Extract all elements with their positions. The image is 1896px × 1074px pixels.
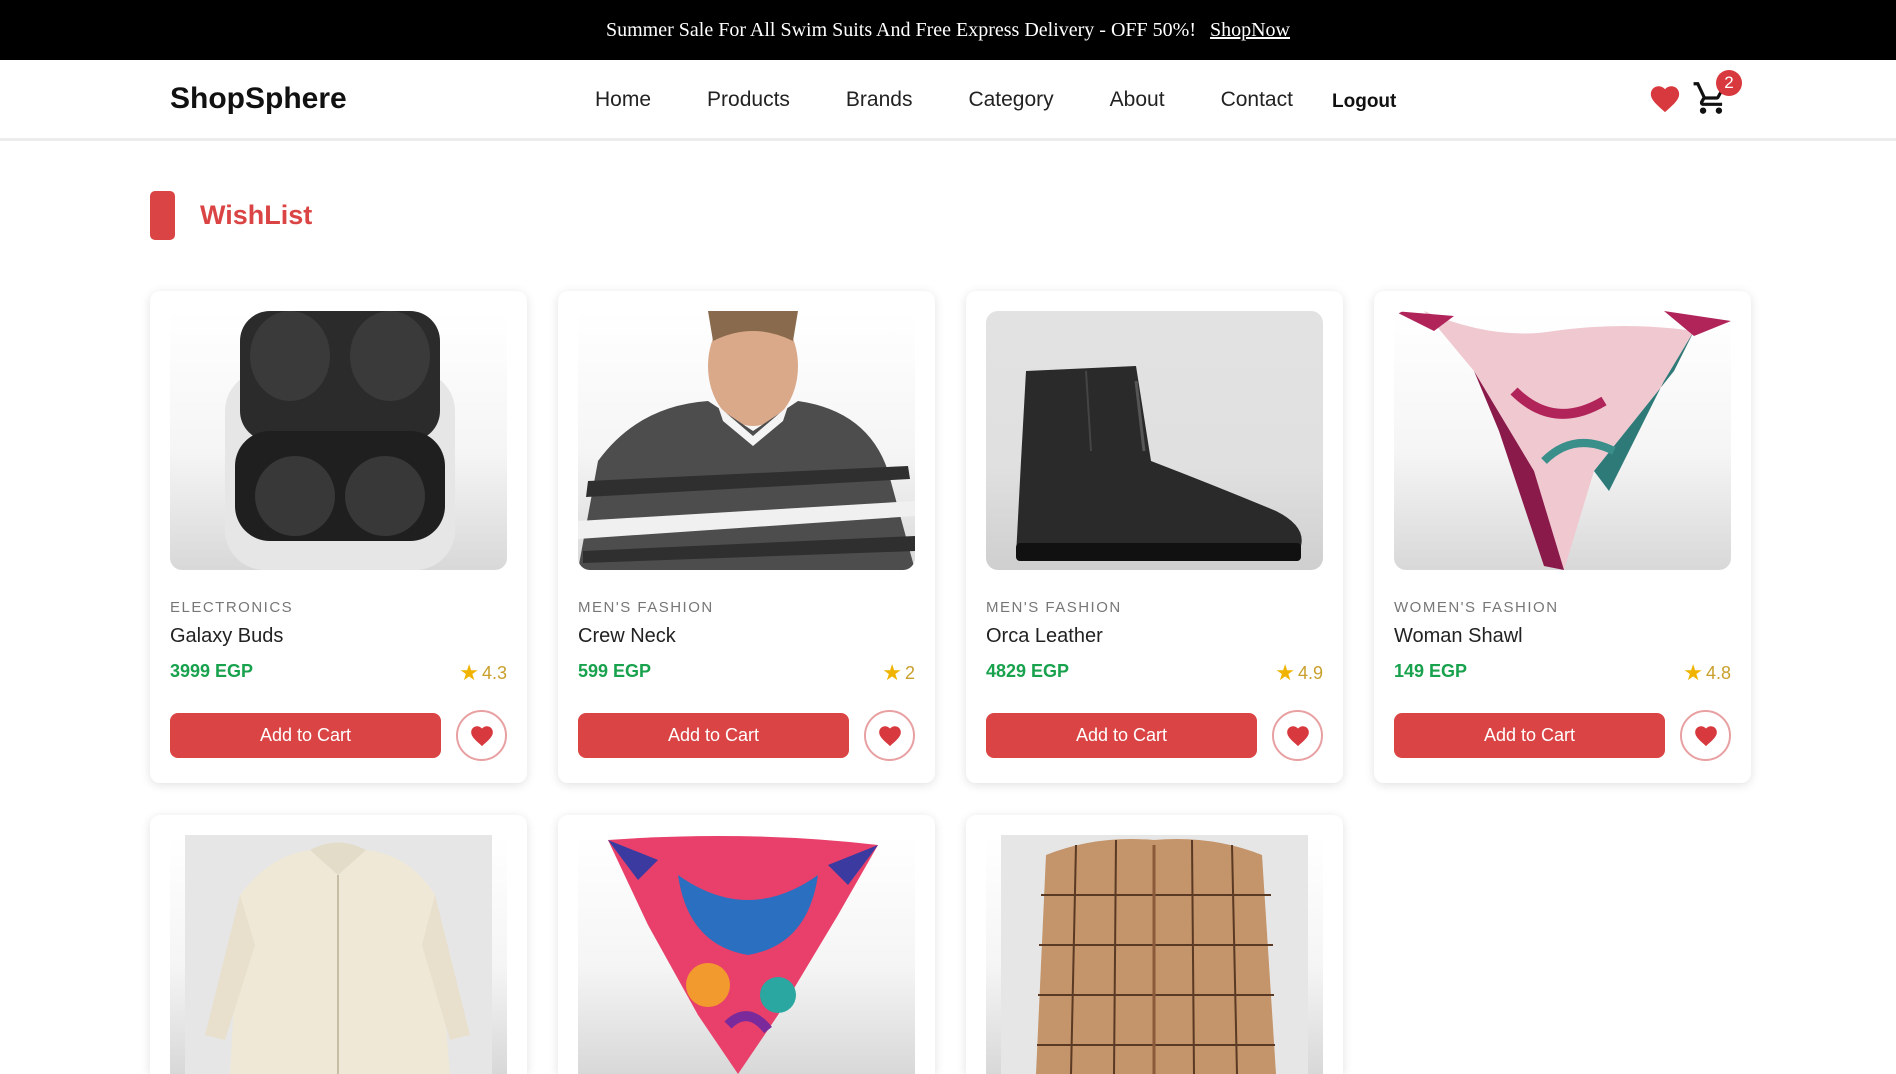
- heading-accent-block: [150, 191, 175, 240]
- add-to-cart-button[interactable]: Add to Cart: [578, 713, 849, 758]
- nav-home[interactable]: Home: [595, 88, 651, 112]
- product-image-shawl[interactable]: [1394, 311, 1731, 570]
- remove-wishlist-heart-icon[interactable]: [864, 710, 915, 761]
- product-card: [966, 815, 1343, 1074]
- wishlist-heart-icon[interactable]: [1648, 82, 1682, 116]
- rating-value: 2: [904, 662, 915, 683]
- product-image-scarf[interactable]: [578, 835, 915, 1074]
- nav-products[interactable]: Products: [707, 88, 790, 112]
- nav-contact[interactable]: Contact: [1221, 88, 1293, 112]
- product-card: [558, 815, 935, 1074]
- product-image-plaid-shirt[interactable]: [986, 835, 1323, 1074]
- logout-link[interactable]: Logout: [1332, 91, 1396, 113]
- product-category: MEN'S FASHION: [578, 599, 714, 616]
- nav-brands[interactable]: Brands: [846, 88, 913, 112]
- remove-wishlist-heart-icon[interactable]: [1680, 710, 1731, 761]
- star-icon: ★: [882, 660, 902, 685]
- product-category: ELECTRONICS: [170, 599, 294, 616]
- star-icon: ★: [1683, 660, 1703, 685]
- product-image-jacket[interactable]: [170, 835, 507, 1074]
- product-price: 149 EGP: [1394, 661, 1468, 681]
- product-price: 4829 EGP: [986, 661, 1070, 681]
- product-name[interactable]: Orca Leather: [986, 625, 1103, 648]
- product-name[interactable]: Galaxy Buds: [170, 625, 283, 648]
- product-image-boot[interactable]: [986, 311, 1323, 570]
- product-card: [150, 815, 527, 1074]
- product-rating: ★ 2: [882, 660, 915, 686]
- nav-category[interactable]: Category: [968, 88, 1053, 112]
- product-image-earbuds[interactable]: [170, 311, 507, 570]
- promo-text: Summer Sale For All Swim Suits And Free …: [606, 18, 1196, 41]
- page-title: WishList: [200, 200, 313, 230]
- navbar: ShopSphere Home Products Brands Category…: [0, 60, 1896, 141]
- star-icon: ★: [459, 660, 479, 685]
- product-category: MEN'S FASHION: [986, 599, 1122, 616]
- brand-logo[interactable]: ShopSphere: [170, 82, 347, 116]
- cart-count-badge: 2: [1716, 70, 1742, 96]
- wishlist-heading: WishList: [150, 191, 312, 240]
- product-name[interactable]: Crew Neck: [578, 625, 676, 648]
- add-to-cart-button[interactable]: Add to Cart: [1394, 713, 1665, 758]
- main-menu: Home Products Brands Category About Cont…: [595, 88, 1293, 112]
- product-rating: ★ 4.3: [459, 660, 507, 686]
- product-card: ELECTRONICS Galaxy Buds 3999 EGP ★ 4.3 Ad…: [150, 291, 527, 783]
- add-to-cart-button[interactable]: Add to Cart: [170, 713, 441, 758]
- product-image-sweater[interactable]: [578, 311, 915, 570]
- add-to-cart-button[interactable]: Add to Cart: [986, 713, 1257, 758]
- product-card: MEN'S FASHION Crew Neck 599 EGP ★ 2 Add t…: [558, 291, 935, 783]
- product-price: 3999 EGP: [170, 661, 254, 681]
- product-price: 599 EGP: [578, 661, 652, 681]
- shop-now-link[interactable]: ShopNow: [1210, 19, 1290, 42]
- rating-value: 4.8: [1705, 662, 1731, 683]
- promo-bar: Summer Sale For All Swim Suits And Free …: [0, 0, 1896, 60]
- rating-value: 4.9: [1297, 662, 1323, 683]
- product-rating: ★ 4.8: [1683, 660, 1731, 686]
- product-rating: ★ 4.9: [1275, 660, 1323, 686]
- rating-value: 4.3: [481, 662, 507, 683]
- star-icon: ★: [1275, 660, 1295, 685]
- product-category: WOMEN'S FASHION: [1394, 599, 1559, 616]
- product-name[interactable]: Woman Shawl: [1394, 625, 1523, 648]
- product-card: WOMEN'S FASHION Woman Shawl 149 EGP ★ 4.8…: [1374, 291, 1751, 783]
- remove-wishlist-heart-icon[interactable]: [456, 710, 507, 761]
- remove-wishlist-heart-icon[interactable]: [1272, 710, 1323, 761]
- product-card: MEN'S FASHION Orca Leather 4829 EGP ★ 4.9…: [966, 291, 1343, 783]
- nav-about[interactable]: About: [1110, 88, 1165, 112]
